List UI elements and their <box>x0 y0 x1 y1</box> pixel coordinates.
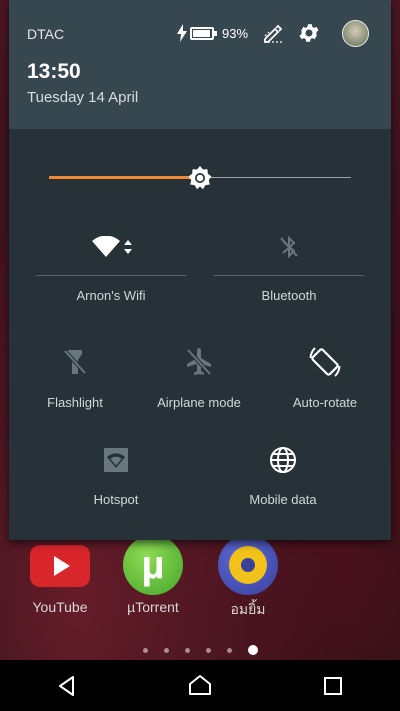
back-button[interactable] <box>37 666 97 706</box>
home-button[interactable] <box>170 666 230 706</box>
tile-autorotate-label: Auto-rotate <box>292 395 358 410</box>
page-dot <box>226 647 232 653</box>
tile-flashlight[interactable]: Flashlight <box>25 345 125 410</box>
tile-airplane-mode[interactable]: Airplane mode <box>149 345 249 410</box>
page-dot <box>184 647 190 653</box>
edit-icon[interactable] <box>262 22 284 44</box>
charging-icon <box>177 24 187 42</box>
tile-bluetooth-label-wrap: Bluetooth <box>214 288 364 303</box>
app-label-om: อมยิ้ม <box>230 601 266 617</box>
gear-icon[interactable] <box>297 21 321 45</box>
tile-auto-rotate[interactable]: Auto-rotate <box>275 345 375 410</box>
page-indicator <box>0 645 400 655</box>
clock-time: 13:50 <box>27 60 81 83</box>
youtube-app-icon[interactable] <box>30 545 90 587</box>
airplane-off-icon <box>186 348 212 376</box>
battery-percent: 93% <box>222 26 249 41</box>
tile-mobile-data[interactable]: Mobile data <box>233 444 333 507</box>
battery-icon <box>190 27 217 40</box>
page-dot <box>142 647 148 653</box>
brightness-thumb-icon[interactable] <box>186 164 214 192</box>
globe-icon <box>270 447 296 473</box>
back-icon <box>58 675 74 696</box>
page-dot-active <box>247 645 258 655</box>
user-avatar[interactable] <box>342 20 369 47</box>
tile-mobile-data-label: Mobile data <box>249 492 317 507</box>
clock-date: Tuesday 14 April <box>27 89 139 106</box>
bluetooth-off-icon <box>280 235 298 259</box>
tile-wifi-divider <box>36 275 186 276</box>
tile-bluetooth[interactable] <box>214 230 364 264</box>
tile-hotspot[interactable]: Hotspot <box>66 444 166 507</box>
quick-settings-panel: DTAC 93% 13:50 Tuesday 14 April Arnon's … <box>9 0 391 540</box>
recents-button[interactable] <box>303 666 363 706</box>
page-dot <box>205 647 211 653</box>
tile-wifi[interactable] <box>36 230 186 264</box>
wifi-icon <box>91 236 120 257</box>
rotate-icon <box>309 347 341 377</box>
data-activity-icon <box>123 240 132 254</box>
tile-hotspot-label: Hotspot <box>93 492 139 507</box>
quick-settings-header: DTAC 93% 13:50 Tuesday 14 April <box>9 0 391 129</box>
recents-icon <box>324 676 343 695</box>
tile-airplane-label: Airplane mode <box>157 395 241 410</box>
tile-bluetooth-label[interactable]: Bluetooth <box>262 288 317 303</box>
battery-fill <box>193 30 210 37</box>
tile-wifi-label[interactable]: Arnon's Wifi <box>77 288 146 303</box>
utorrent-app-icon[interactable]: µ <box>123 535 183 595</box>
navigation-bar <box>0 660 400 711</box>
tile-bluetooth-divider <box>214 275 364 276</box>
page-dot <box>163 647 169 653</box>
om-app-icon[interactable] <box>218 535 278 595</box>
carrier-name: DTAC <box>27 26 65 42</box>
app-label-youtube: YouTube <box>32 599 88 615</box>
brightness-slider[interactable] <box>49 160 351 196</box>
brightness-fill <box>49 176 200 179</box>
home-icon <box>188 674 211 695</box>
tile-flashlight-label: Flashlight <box>47 395 103 410</box>
hotspot-icon <box>104 448 128 472</box>
flashlight-off-icon <box>63 349 87 375</box>
app-label-utorrent: µTorrent <box>127 599 179 615</box>
tile-wifi-label-wrap: Arnon's Wifi <box>36 288 186 303</box>
